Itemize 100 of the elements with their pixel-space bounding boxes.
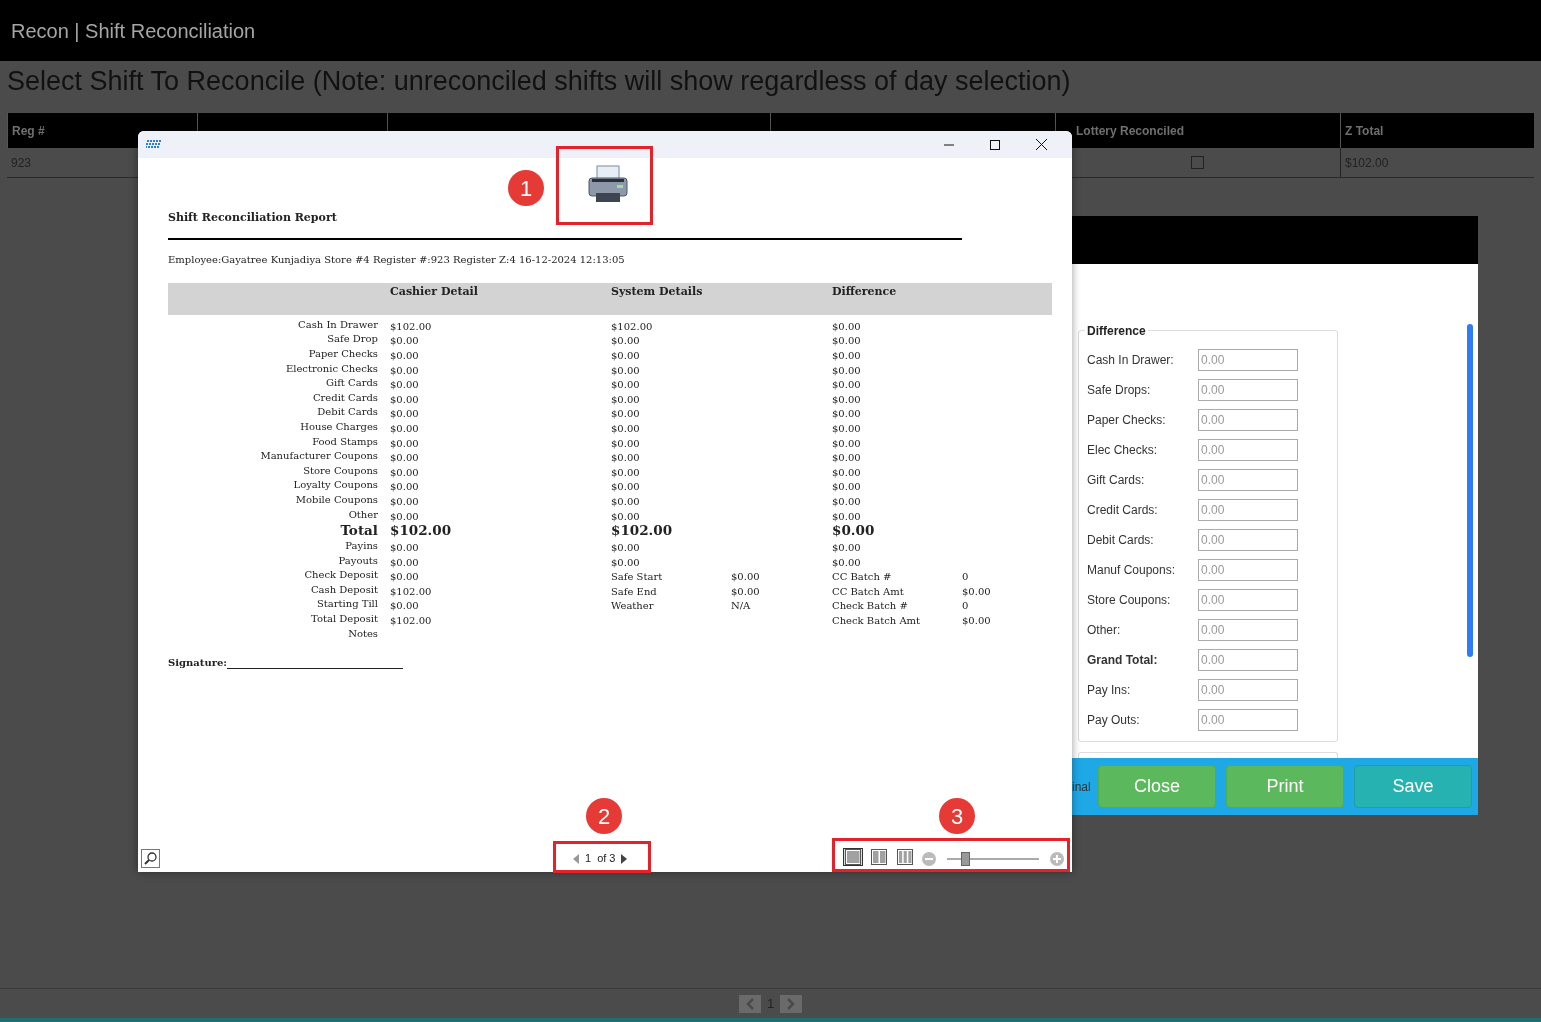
row-label: Debit Cards (317, 407, 378, 418)
field-label: Gift Cards: (1087, 472, 1146, 490)
field-label: Grand Total: (1087, 652, 1159, 670)
report-value: $0.00 (962, 615, 991, 627)
row-label: Starting Till (316, 599, 378, 610)
report-value: $0.00 (832, 481, 861, 493)
dialog-button[interactable]: Close (1098, 765, 1216, 809)
report-value: $0.00 (832, 364, 861, 376)
row-label: Other (348, 509, 378, 520)
amount-field[interactable]: 0.00 (1198, 679, 1298, 702)
row-label: Payins (345, 541, 378, 552)
dialog-button[interactable]: Save (1354, 765, 1472, 809)
zoom-slider-thumb[interactable] (961, 851, 971, 866)
report-value: $0.00 (611, 335, 640, 347)
amount-field[interactable]: 0.00 (1198, 499, 1298, 522)
report-value: $0.00 (832, 542, 861, 554)
report-value: $0.00 (611, 466, 640, 478)
report-value: $0.00 (390, 542, 419, 554)
amount-field[interactable]: 0.00 (1198, 649, 1298, 672)
amount-field[interactable]: 0.00 (1198, 709, 1298, 732)
field-label: Store Coupons: (1087, 592, 1172, 610)
signature-label: Signature: (168, 655, 227, 670)
dialog-button[interactable]: Print (1226, 765, 1344, 809)
report-value: $102.00 (390, 522, 452, 539)
report-value: $0.00 (832, 422, 861, 434)
report-value: $0.00 (390, 379, 419, 391)
column-header: Cashier Detail (390, 283, 479, 300)
row-label: Mobile Coupons (295, 494, 378, 505)
chevron-right-icon (787, 997, 796, 1010)
amount-field[interactable]: 0.00 (1198, 439, 1298, 462)
report-value: $102.00 (611, 522, 673, 539)
page-count: of 3 (597, 851, 616, 867)
field-label: Pay Ins: (1087, 682, 1132, 700)
field-label: Paper Checks: (1087, 412, 1167, 430)
row-label: Credit Cards (312, 392, 378, 403)
row-label: Loyalty Coupons (293, 480, 378, 491)
row-label: Check Deposit (304, 570, 378, 581)
column-header: Lottery Reconciled (1076, 122, 1185, 140)
page-heading: Select Shift To Reconcile (Note: unreconciled shifts will show regardless of day selection) (7, 64, 1071, 98)
report-value: CC Batch # (832, 571, 892, 583)
report-value: $0.00 (611, 495, 640, 507)
report-value: $0.00 (390, 481, 419, 493)
row-label: Store Coupons (303, 465, 378, 476)
page-view-icon (871, 849, 887, 865)
report-value: $0.00 (832, 452, 861, 464)
row-label: House Charges (300, 421, 378, 432)
printer-icon (586, 165, 630, 205)
previous-page-icon[interactable] (573, 853, 579, 864)
report-value: $0.00 (390, 556, 419, 568)
field-label: Elec Checks: (1087, 442, 1159, 460)
row-label: Cash In Drawer (298, 319, 378, 330)
report-value: $0.00 (390, 600, 419, 612)
next-page-icon[interactable] (621, 853, 628, 864)
row-label: Cash Deposit (310, 584, 378, 595)
search-icon (144, 852, 157, 865)
row-label: Gift Cards (326, 378, 378, 389)
report-value: $0.00 (390, 466, 419, 478)
app-icon (146, 140, 162, 149)
amount-field[interactable]: 0.00 (1198, 349, 1298, 372)
report-value: $0.00 (390, 452, 419, 464)
row-label: Food Stamps (312, 436, 378, 447)
search-button[interactable] (141, 849, 160, 868)
report-value: $0.00 (832, 495, 861, 507)
report-value: 0 (962, 571, 969, 583)
chevron-left-icon (745, 997, 754, 1010)
report-value: $0.00 (731, 571, 760, 583)
amount-field[interactable]: 0.00 (1198, 379, 1298, 402)
checkbox[interactable] (1191, 156, 1204, 169)
column-header: Difference (832, 283, 897, 300)
field-label: Manuf Coupons: (1087, 562, 1177, 580)
amount-field[interactable]: 0.00 (1198, 529, 1298, 552)
amount-field[interactable]: 0.00 (1198, 469, 1298, 492)
row-label: Total (340, 523, 378, 538)
field-label: Credit Cards: (1087, 502, 1159, 520)
report-info: Employee:Gayatree Kunjadiya Store #4 Register #:923 Register Z:4 16-12-2024 12:13:05 (168, 252, 626, 267)
report-value: Safe End (611, 585, 657, 597)
row-label: Manufacturer Coupons (260, 451, 378, 462)
report-value: $102.00 (390, 615, 432, 627)
field-label: Debit Cards: (1087, 532, 1155, 550)
report-value: $0.00 (390, 408, 419, 420)
report-value: $0.00 (390, 422, 419, 434)
report-value: $0.00 (832, 408, 861, 420)
amount-field[interactable]: 0.00 (1198, 619, 1298, 642)
report-value: $0.00 (611, 364, 640, 376)
report-value: $0.00 (390, 335, 419, 347)
app-title: Recon | Shift Reconciliation (11, 18, 256, 44)
amount-field[interactable]: 0.00 (1198, 589, 1298, 612)
report-value: $0.00 (390, 510, 419, 522)
footer-label: inal (1072, 778, 1088, 796)
row-label: Notes (348, 628, 378, 639)
report-value: $0.00 (832, 522, 875, 539)
report-value: $102.00 (390, 320, 432, 332)
report-value: $102.00 (390, 585, 432, 597)
close-icon (1035, 139, 1047, 150)
amount-field[interactable]: 0.00 (1198, 559, 1298, 582)
report-value: $0.00 (390, 571, 419, 583)
field-label: Safe Drops: (1087, 382, 1152, 400)
view-mode-button[interactable] (843, 848, 863, 866)
amount-field[interactable]: 0.00 (1198, 409, 1298, 432)
scrollbar-thumb[interactable] (1467, 324, 1473, 658)
